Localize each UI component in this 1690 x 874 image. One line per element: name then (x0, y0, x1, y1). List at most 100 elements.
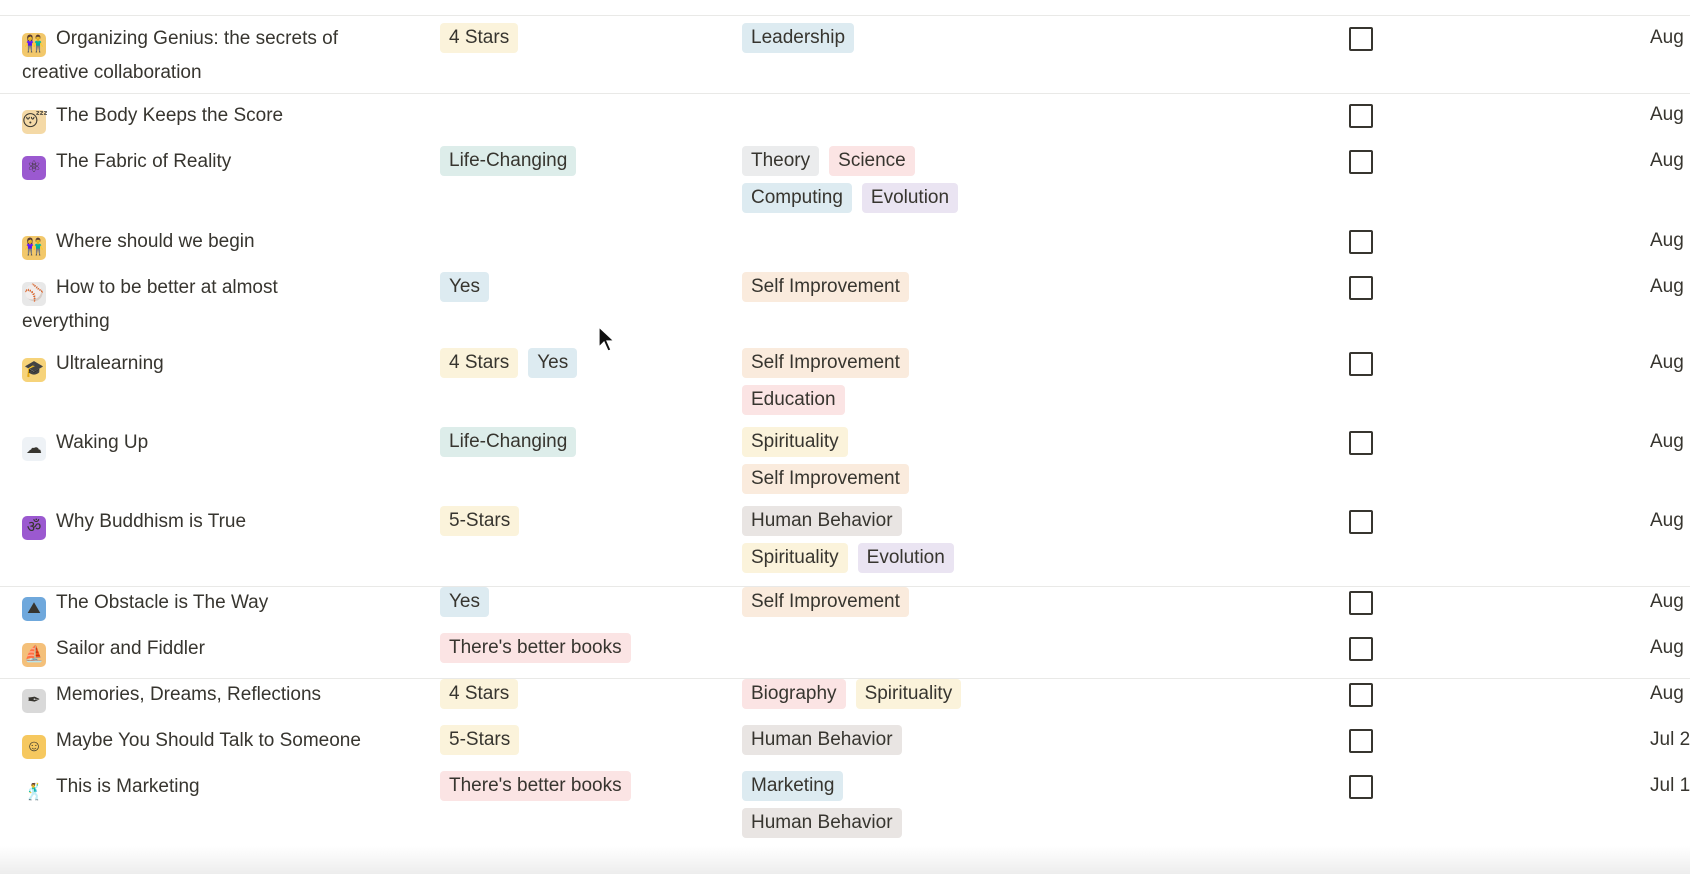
book-title-text: everything (22, 311, 110, 332)
rating-tag: Life-Changing (440, 427, 577, 457)
rating-cell[interactable]: 5-Stars (440, 505, 720, 542)
genre-tag: Biography (742, 679, 846, 709)
rating-tag: 4 Stars (440, 679, 519, 709)
book-title-cell[interactable]: ⛰ The Obstacle is The Way (22, 587, 402, 621)
book-title-text: Ultralearning (56, 353, 164, 374)
rating-cell[interactable]: There's better books (440, 632, 720, 669)
rating-tag: 5-Stars (440, 506, 520, 536)
read-checkbox[interactable] (1349, 276, 1373, 300)
genre-tags-cell[interactable]: Human Behavior Spirituality Evolution (742, 505, 1262, 579)
tag-line: Self Improvement (742, 271, 1262, 308)
genre-tags-cell[interactable]: Biography Spirituality (742, 678, 1262, 715)
genre-tags-cell[interactable]: Self Improvement (742, 271, 1262, 308)
read-checkbox[interactable] (1349, 230, 1373, 254)
book-title-cell[interactable]: ⚾ How to be better at almost everything (22, 272, 402, 337)
book-title-cell[interactable]: ⚛ The Fabric of Reality (22, 146, 402, 180)
genre-tags-cell[interactable]: Spirituality Self Improvement (742, 426, 1262, 500)
genre-tag: Spirituality (742, 543, 848, 573)
read-checkbox[interactable] (1349, 591, 1373, 615)
read-checkbox[interactable] (1349, 104, 1373, 128)
rating-cell[interactable]: 5-Stars (440, 724, 720, 761)
book-title-cell[interactable]: ☺ Maybe You Should Talk to Someone (22, 725, 402, 759)
genre-tag: Leadership (742, 23, 855, 53)
book-title-cell[interactable]: ✒ Memories, Dreams, Reflections (22, 679, 402, 713)
rating-cell[interactable]: 4 Stars (440, 22, 720, 59)
genre-tag: Self Improvement (742, 272, 909, 302)
date-cell[interactable]: Aug (1650, 586, 1684, 617)
cloud-icon: ☁ (22, 437, 46, 461)
rating-cell[interactable]: Life-Changing (440, 426, 720, 463)
book-title-cell[interactable]: 👫 Organizing Genius: the secrets of creati… (22, 23, 402, 88)
genre-tag: Human Behavior (742, 808, 902, 838)
rating-cell[interactable]: Life-Changing (440, 145, 720, 182)
date-cell[interactable]: Jul 1 (1650, 770, 1690, 801)
read-checkbox[interactable] (1349, 27, 1373, 51)
rating-cell[interactable]: 4 Stars (440, 678, 720, 715)
read-checkbox[interactable] (1349, 683, 1373, 707)
book-title-cell[interactable]: 😴 The Body Keeps the Score (22, 100, 402, 134)
tag-line: Human Behavior (742, 724, 1262, 761)
rating-tag: Yes (440, 272, 489, 302)
book-title-text: Sailor and Fiddler (56, 638, 205, 659)
genre-tag: Evolution (857, 543, 954, 573)
genre-tag: Spirituality (742, 427, 848, 457)
feather-icon: ✒ (22, 689, 46, 713)
genre-tags-cell[interactable]: Marketing Human Behavior (742, 770, 1262, 844)
book-title-text: How to be better at almost (56, 277, 278, 298)
date-cell[interactable]: Jul 2 (1650, 724, 1690, 755)
book-title-cell[interactable]: 🎓 Ultralearning (22, 348, 402, 382)
date-cell[interactable]: Aug (1650, 99, 1684, 130)
genre-tag: Education (742, 385, 845, 415)
rating-cell[interactable]: Yes (440, 271, 720, 308)
read-checkbox[interactable] (1349, 510, 1373, 534)
genre-tags-cell[interactable]: Leadership (742, 22, 1262, 59)
read-checkbox[interactable] (1349, 150, 1373, 174)
book-title-cell[interactable]: ॐ Why Buddhism is True (22, 506, 402, 540)
date-cell[interactable]: Aug (1650, 271, 1684, 302)
tag-line: Leadership (742, 22, 1262, 59)
genre-tags-cell[interactable]: Theory Science Computing Evolution (742, 145, 1262, 219)
read-checkbox[interactable] (1349, 775, 1373, 799)
row-divider (0, 15, 1690, 17)
read-checkbox[interactable] (1349, 431, 1373, 455)
tag-line: Self Improvement (742, 586, 1262, 623)
row-divider (0, 93, 1690, 95)
genre-tag: Science (829, 146, 915, 176)
genre-tags-cell[interactable]: Self Improvement (742, 586, 1262, 623)
om-icon: ॐ (22, 516, 46, 540)
date-cell[interactable]: Aug (1650, 632, 1684, 663)
read-checkbox[interactable] (1349, 637, 1373, 661)
rating-tag: There's better books (440, 633, 631, 663)
genre-tags-cell[interactable]: Self Improvement Education (742, 347, 1262, 421)
tag-line: Theory Science (742, 145, 1262, 182)
book-title-text: Where should we begin (56, 231, 255, 252)
couple-icon: 👫 (22, 236, 46, 260)
read-checkbox[interactable] (1349, 729, 1373, 753)
book-title-text: Waking Up (56, 432, 149, 453)
rating-cell[interactable]: There's better books (440, 770, 720, 807)
date-cell[interactable]: Aug (1650, 426, 1684, 457)
book-title-cell[interactable]: ⛵ Sailor and Fiddler (22, 633, 402, 667)
date-cell[interactable]: Aug (1650, 22, 1684, 53)
date-cell[interactable]: Aug (1650, 505, 1684, 536)
tag-line: Human Behavior (742, 807, 1262, 844)
rating-cell[interactable]: Yes (440, 586, 720, 623)
book-title-text: Why Buddhism is True (56, 511, 247, 532)
book-title-cell[interactable]: 🕺 This is Marketing (22, 771, 402, 805)
rating-tag: 4 Stars (440, 23, 519, 53)
date-cell[interactable]: Aug (1650, 347, 1684, 378)
book-title-text: Memories, Dreams, Reflections (56, 684, 322, 705)
tag-line: Spirituality (742, 426, 1262, 463)
date-cell[interactable]: Aug (1650, 678, 1684, 709)
book-title-cell[interactable]: ☁ Waking Up (22, 427, 402, 461)
date-cell[interactable]: Aug (1650, 145, 1684, 176)
rating-tag: Life-Changing (440, 146, 577, 176)
rating-tag: Yes (528, 348, 578, 378)
genre-tag: Marketing (742, 771, 844, 801)
read-checkbox[interactable] (1349, 352, 1373, 376)
tag-line: Spirituality Evolution (742, 542, 1262, 579)
date-cell[interactable]: Aug (1650, 225, 1684, 256)
genre-tags-cell[interactable]: Human Behavior (742, 724, 1262, 761)
book-title-cell[interactable]: 👫 Where should we begin (22, 226, 402, 260)
rating-cell[interactable]: 4 Stars Yes (440, 347, 720, 384)
